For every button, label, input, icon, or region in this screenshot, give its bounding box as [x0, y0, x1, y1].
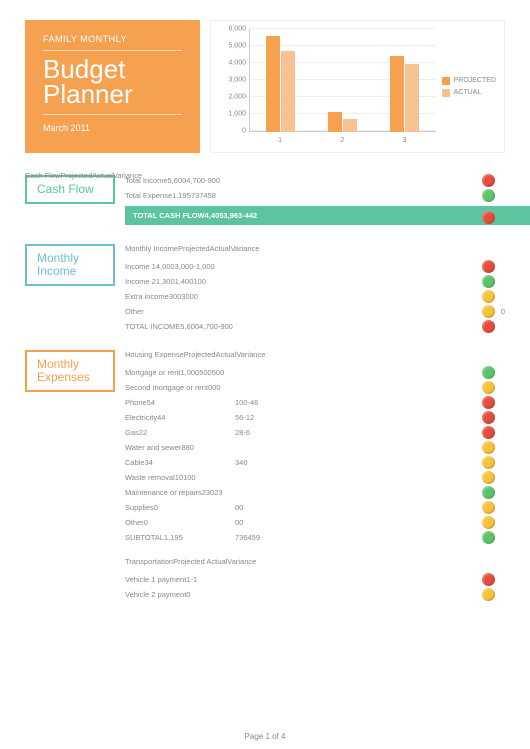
table-row: Vehicle 2 payment0	[125, 587, 505, 602]
status-indicator	[482, 573, 495, 586]
table-row: Mortgage or rent1,000500500	[125, 365, 505, 380]
table-row: Waste removal10100	[125, 470, 505, 485]
table-row: Vehicle 1 payment1-1	[125, 572, 505, 587]
status-indicator	[482, 174, 495, 187]
monthly-income-section: Monthly Income Monthly IncomeProjectedAc…	[25, 242, 505, 334]
status-indicator	[482, 471, 495, 484]
transportation-header: TransportationProjected ActualVariance	[125, 555, 505, 572]
table-row: TOTAL INCOME5,6004,700-900	[125, 319, 505, 334]
bar-chart: 01,0002,0003,0004,0005,0006,000123 PROJE…	[210, 20, 505, 153]
table-row: Income 14,0003,000-1,000	[125, 259, 505, 274]
status-indicator	[482, 305, 495, 318]
monthly-income-header: Monthly IncomeProjectedActualVariance	[125, 242, 505, 259]
status-indicator	[482, 456, 495, 469]
monthly-income-label: Monthly Income	[25, 244, 115, 286]
bar-2-projected	[328, 112, 342, 133]
title-box: FAMILY MONTHLY Budget Planner March 2011	[25, 20, 200, 153]
table-row: Maintenance or repairs23023	[125, 485, 505, 500]
status-indicator	[482, 501, 495, 514]
table-row: SUBTOTAL1,195736459	[125, 530, 505, 545]
status-indicator	[482, 211, 495, 224]
table-row: Extra income3003000	[125, 289, 505, 304]
status-indicator	[482, 588, 495, 601]
status-indicator	[482, 486, 495, 499]
status-indicator	[482, 381, 495, 394]
housing-header: Housing ExpenseProjectedActualVariance	[125, 348, 505, 365]
page-footer: Page 1 of 4	[0, 732, 530, 741]
table-row: Other000	[125, 515, 505, 530]
status-indicator	[482, 189, 495, 202]
table-row: Second mortgage or rent000	[125, 380, 505, 395]
monthly-expenses-label: Monthly Expenses	[25, 350, 115, 392]
main-title: Budget Planner	[43, 57, 182, 115]
bar-3-actual	[405, 64, 419, 132]
status-indicator	[482, 516, 495, 529]
header: FAMILY MONTHLY Budget Planner March 2011…	[25, 20, 505, 153]
status-indicator	[482, 411, 495, 424]
table-row: Gas2228-6	[125, 425, 505, 440]
table-row: Total Expense1,195737458	[125, 188, 505, 203]
monthly-expenses-section: Monthly Expenses Housing ExpenseProjecte…	[25, 348, 505, 602]
table-row: Supplies000	[125, 500, 505, 515]
subtitle: FAMILY MONTHLY	[43, 34, 182, 51]
table-row: Other0	[125, 304, 505, 319]
status-indicator	[482, 366, 495, 379]
legend-projected: PROJECTED	[442, 77, 496, 85]
table-row: Cable34340	[125, 455, 505, 470]
table-row: Water and sewer880	[125, 440, 505, 455]
bar-1-projected	[266, 36, 280, 132]
status-indicator	[482, 441, 495, 454]
status-indicator	[482, 396, 495, 409]
legend-actual: ACTUAL	[442, 89, 496, 97]
status-indicator	[482, 260, 495, 273]
table-row: Total Income5,6004,700-900	[125, 173, 505, 188]
total-cash-flow-bar: TOTAL CASH FLOW4,4053,963-442	[125, 206, 530, 225]
status-indicator	[482, 426, 495, 439]
bar-1-actual	[281, 51, 295, 132]
table-row: Phone54100-46	[125, 395, 505, 410]
table-row: Electricity4456-12	[125, 410, 505, 425]
status-indicator	[482, 531, 495, 544]
status-indicator	[482, 290, 495, 303]
status-indicator	[482, 275, 495, 288]
bar-2-actual	[343, 119, 357, 132]
chart-legend: PROJECTED ACTUAL	[436, 29, 496, 144]
date: March 2011	[43, 123, 182, 133]
bar-3-projected	[390, 56, 404, 132]
cash-flow-section: Cash FlowProjectedActualVariance Cash Fl…	[25, 173, 505, 228]
status-indicator	[482, 320, 495, 333]
table-row: Income 21,3001,400100	[125, 274, 505, 289]
